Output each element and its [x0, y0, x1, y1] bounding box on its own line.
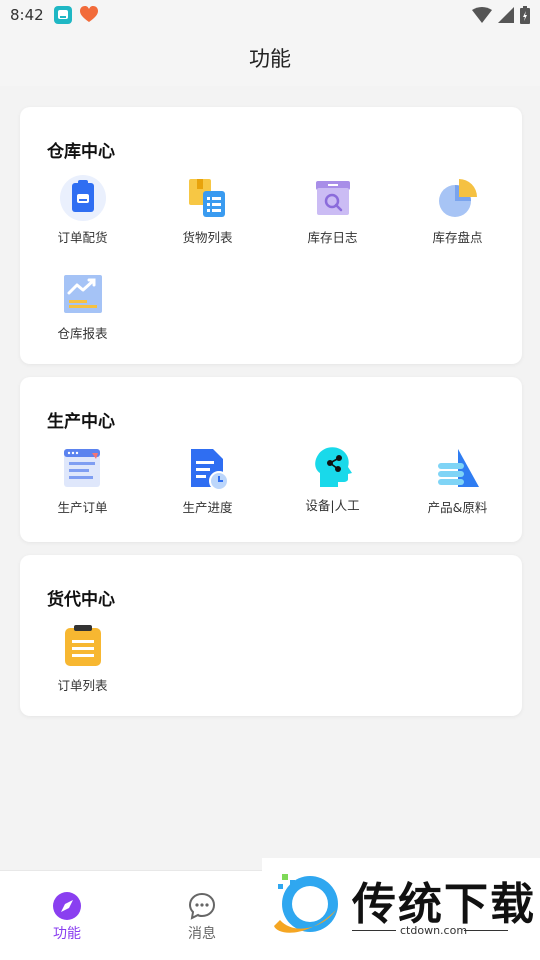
document-clock-icon — [190, 449, 229, 491]
warehouse-report-button[interactable]: 仓库报表 — [20, 271, 145, 342]
section-title: 货代中心 — [47, 590, 115, 610]
goods-list-icon — [188, 179, 225, 217]
wifi-icon — [472, 7, 492, 23]
item-label: 订单列表 — [57, 678, 108, 693]
compass-icon — [53, 892, 81, 920]
watermark: 传统下载 ctdown.com — [262, 858, 540, 960]
order-list-button[interactable]: 订单列表 — [20, 623, 145, 694]
head-profile-icon — [314, 447, 352, 487]
status-icons — [472, 6, 530, 24]
item-label: 库存盘点 — [432, 230, 483, 245]
section-title: 仓库中心 — [47, 142, 115, 162]
status-bar: 8:42 — [0, 0, 540, 30]
divider — [464, 930, 508, 931]
watermark-url: ctdown.com — [400, 924, 468, 937]
inventory-log-button[interactable]: 库存日志 — [270, 175, 395, 246]
production-order-button[interactable]: 生产订单 — [20, 445, 145, 516]
goods-list-button[interactable]: 货物列表 — [145, 175, 270, 246]
inventory-log-icon — [315, 181, 350, 215]
tab-label: 功能 — [53, 926, 81, 942]
app-notification-icon — [53, 6, 72, 24]
heart-notification-icon — [79, 6, 98, 24]
clipboard-icon — [64, 625, 101, 666]
freight-center-card: 货代中心 订单列表 — [20, 555, 522, 716]
pie-chart-icon — [438, 179, 477, 217]
order-picking-button[interactable]: 订单配货 — [20, 175, 145, 246]
order-picking-icon — [59, 175, 106, 221]
trend-chart-icon — [63, 275, 102, 313]
tab-functions[interactable]: 功能 — [27, 891, 107, 943]
item-label: 生产订单 — [57, 500, 108, 515]
equipment-labor-button[interactable]: 设备|人工 — [270, 443, 395, 514]
battery-icon — [520, 6, 530, 24]
header: 功能 — [0, 30, 540, 86]
item-label: 设备|人工 — [305, 498, 360, 513]
section-title: 生产中心 — [47, 412, 115, 432]
item-label: 仓库报表 — [57, 326, 108, 341]
chat-bubble-icon — [188, 892, 216, 920]
content-area: 仓库中心 订单配货 货物列表 库存日志 库存盘点 仓库报表 生产中心 生产订单 … — [0, 86, 540, 870]
tab-messages[interactable]: 消息 — [162, 891, 242, 943]
inventory-check-button[interactable]: 库存盘点 — [395, 175, 520, 246]
signal-icon — [498, 7, 514, 23]
production-order-icon — [63, 449, 100, 487]
product-material-button[interactable]: 产品&原料 — [395, 445, 520, 516]
item-label: 库存日志 — [307, 230, 358, 245]
status-time: 8:42 — [10, 6, 44, 24]
warehouse-center-card: 仓库中心 订单配货 货物列表 库存日志 库存盘点 仓库报表 — [20, 107, 522, 364]
item-label: 生产进度 — [182, 500, 233, 515]
item-label: 订单配货 — [57, 230, 108, 245]
production-progress-button[interactable]: 生产进度 — [145, 445, 270, 516]
tab-label: 消息 — [188, 926, 216, 942]
watermark-logo-icon — [274, 874, 338, 933]
page-title: 功能 — [249, 47, 291, 71]
item-label: 货物列表 — [182, 230, 233, 245]
layers-icon — [437, 449, 479, 487]
divider — [352, 930, 396, 931]
item-label: 产品&原料 — [427, 500, 488, 515]
watermark-brand: 传统下载 — [352, 879, 536, 930]
production-center-card: 生产中心 生产订单 生产进度 设备|人工 产品&原料 — [20, 377, 522, 542]
